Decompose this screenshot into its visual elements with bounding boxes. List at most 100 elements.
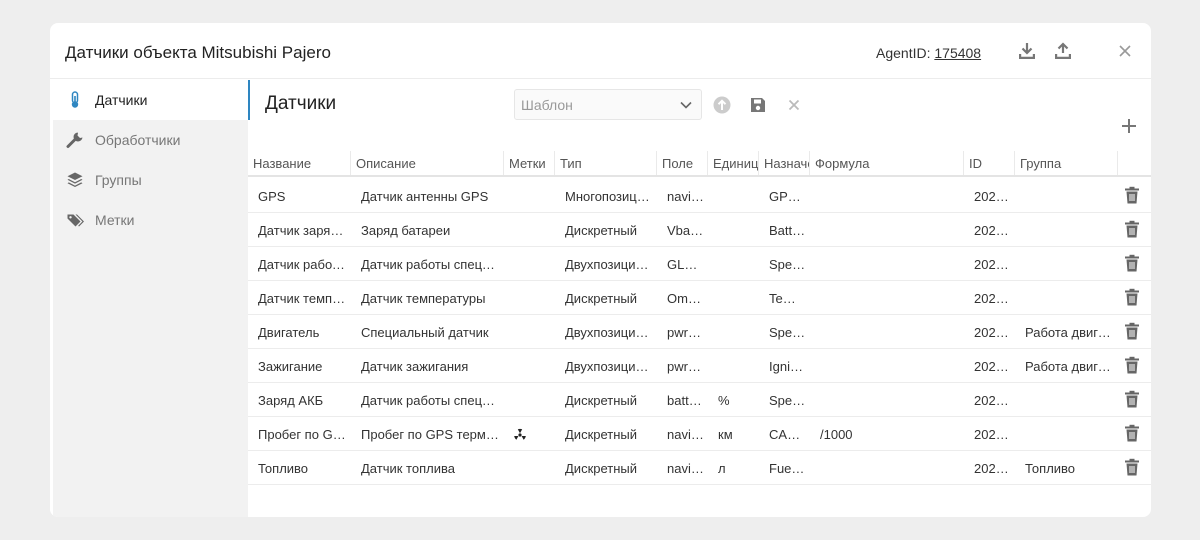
sidebar-item-label: Группы [95, 172, 142, 188]
clear-icon[interactable] [784, 95, 804, 115]
table-cell: navitel [667, 461, 704, 476]
trash-icon[interactable] [1124, 288, 1140, 306]
table-row[interactable]: GPS Датчик антенны GPS Многопозиционный nav… [248, 179, 1151, 213]
thermometer-icon [65, 90, 85, 110]
table-cell: Special [769, 325, 806, 340]
table-cell [708, 179, 755, 212]
wrench-icon [65, 130, 85, 150]
dialog-header: Датчики объекта Mitsubishi Pajero AgentI… [50, 23, 1151, 79]
table-cell [810, 179, 960, 212]
add-sensor-icon[interactable] [1119, 116, 1139, 136]
column-header[interactable]: Метки [504, 151, 555, 175]
main-panel: Датчики Шаблон Название Описание Метки Т… [248, 80, 1151, 517]
table-row[interactable]: Заряд АКБ Датчик работы спецоборудования Д… [248, 383, 1151, 417]
column-header[interactable]: Единица [708, 151, 759, 175]
table-cell [708, 213, 755, 246]
table-cell [1015, 213, 1114, 246]
table-row[interactable]: Зажигание Датчик зажигания Двухпозиционный… [248, 349, 1151, 383]
column-header[interactable]: Тип [555, 151, 657, 175]
sidebar-item-label: Обработчики [95, 132, 181, 148]
table-cell: navitel [667, 427, 704, 442]
table-cell: CAN пробег [769, 427, 806, 442]
table-row[interactable]: Датчик работы спецоборудования Датчик раб… [248, 247, 1151, 281]
table-cell: Заряд батареи [361, 223, 451, 238]
table-cell: Special [769, 257, 806, 272]
table-cell: Дискретный [565, 291, 638, 306]
table-cell: Дискретный [565, 427, 638, 442]
trash-icon[interactable] [1124, 220, 1140, 238]
trash-icon[interactable] [1124, 390, 1140, 408]
download-icon[interactable] [1017, 41, 1037, 61]
table-cell: Temperature [769, 291, 806, 306]
table-cell: Двухпозиционный [565, 325, 653, 340]
close-icon[interactable] [1115, 41, 1135, 61]
sensors-dialog: Датчики объекта Mitsubishi Pajero AgentI… [50, 23, 1151, 517]
table-row[interactable]: Двигатель Специальный датчик Двухпозиционн… [248, 315, 1151, 349]
table-cell: км [718, 427, 733, 442]
table-cell: GPS [258, 189, 286, 204]
save-icon[interactable] [748, 95, 768, 115]
trash-icon[interactable] [1124, 186, 1140, 204]
trash-icon[interactable] [1124, 356, 1140, 374]
layers-icon [65, 170, 85, 190]
sidebar-item-tags[interactable]: Метки [53, 200, 248, 240]
column-header[interactable]: Описание [351, 151, 504, 175]
table-cell: Работа двигателя [1025, 359, 1114, 374]
table-cell [1015, 179, 1114, 212]
table-row[interactable]: Топливо Датчик топлива Дискретный navitel л F… [248, 451, 1151, 485]
column-header[interactable]: Формула [810, 151, 964, 175]
trash-icon[interactable] [1124, 322, 1140, 340]
table-cell: Дискретный [565, 393, 638, 408]
table-cell: /1000 [820, 427, 853, 442]
sidebar-item-groups[interactable]: Группы [53, 160, 248, 200]
trash-icon[interactable] [1124, 458, 1140, 476]
table-cell: battery [667, 393, 704, 408]
table-cell: Omnicomm [667, 291, 704, 306]
agent-label: AgentID: [876, 45, 935, 61]
table-cell: Датчик работы спецоборудования [258, 257, 347, 272]
column-header[interactable]: Название [248, 151, 351, 175]
tags-icon [65, 210, 85, 230]
table-cell [810, 349, 960, 382]
column-header[interactable]: Группа [1015, 151, 1118, 175]
table-row[interactable]: Датчик температуры Датчик температуры Диск… [248, 281, 1151, 315]
table-row[interactable]: Пробег по GPS терминалу Пробег по GPS тер… [248, 417, 1151, 451]
page-title: Датчики [265, 93, 337, 114]
column-header[interactable]: Поле [657, 151, 708, 175]
sidebar-item-label: Метки [95, 212, 135, 228]
agent-id-link[interactable]: 175408 [934, 45, 981, 61]
sidebar-item-label: Датчики [95, 92, 148, 108]
table-cell: Дискретный [565, 223, 638, 238]
table-row[interactable]: Датчик заряда батареи Заряд батареи Дискре… [248, 213, 1151, 247]
upload-icon[interactable] [1053, 41, 1073, 61]
table-cell: GLNSS [667, 257, 704, 272]
table-cell: Ignition [769, 359, 806, 374]
table-cell: Специальный датчик [361, 325, 489, 340]
sidebar-item-sensors[interactable]: Датчики [53, 80, 248, 120]
table-cell: 2023... [974, 461, 1011, 476]
table-cell: Fuel sensor [769, 461, 806, 476]
column-header[interactable]: ID [964, 151, 1015, 175]
table-cell: 2023... [974, 427, 1011, 442]
table-cell: Двухпозиционный [565, 359, 653, 374]
table-cell: 2023... [974, 325, 1011, 340]
table-cell: 2023... [974, 393, 1011, 408]
column-header[interactable]: Назначение [759, 151, 810, 175]
table-cell: л [718, 461, 726, 476]
table-cell: Двигатель [258, 325, 320, 340]
sidebar: Датчики Обработчики Группы Метки [50, 80, 248, 517]
trash-icon[interactable] [1124, 424, 1140, 442]
sidebar-item-handlers[interactable]: Обработчики [53, 120, 248, 160]
table-cell: Battery [769, 223, 806, 238]
apply-template-icon[interactable] [712, 95, 732, 115]
trash-icon[interactable] [1124, 254, 1140, 272]
chevron-down-icon [680, 101, 692, 109]
table-cell: 2024... [974, 257, 1011, 272]
table-cell: GPS антенна [769, 189, 806, 204]
table-cell [810, 315, 960, 348]
table-cell [708, 281, 755, 314]
table-cell: pwr_ext [667, 359, 704, 374]
agent-info: AgentID: 175408 [876, 45, 981, 61]
table-cell: 2023... [974, 189, 1011, 204]
template-select[interactable]: Шаблон [514, 89, 702, 120]
